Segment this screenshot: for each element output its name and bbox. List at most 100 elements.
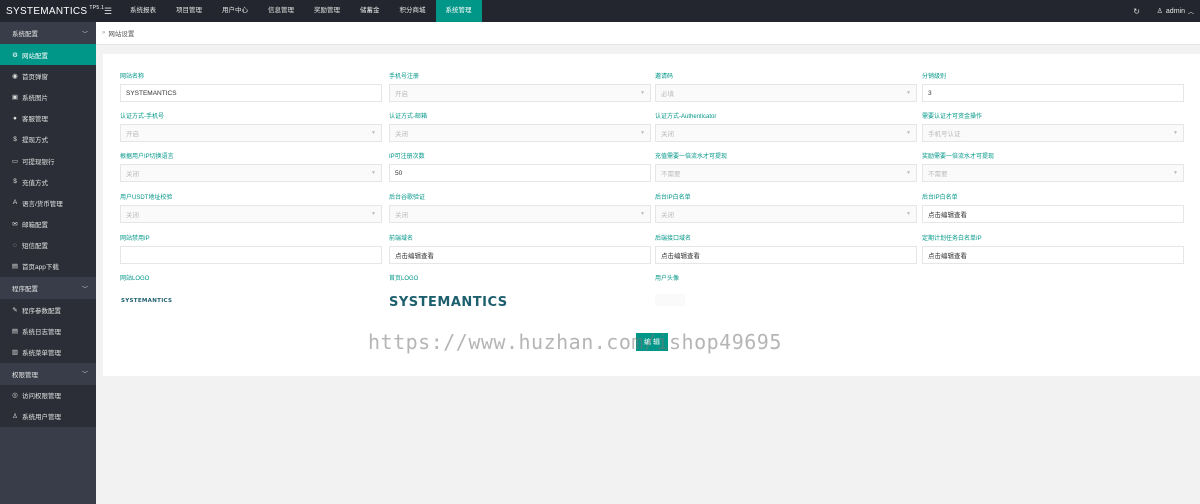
text-field[interactable]: 点击编辑查看 <box>655 246 917 264</box>
nav-item-active[interactable]: 系统管理 <box>435 0 482 22</box>
field-label: 后台IP白名单 <box>655 195 691 201</box>
field-label: 奖励需要一倍流水才可提现 <box>922 154 995 160</box>
sidebar-item-label: 首页弹窗 <box>22 73 48 81</box>
text-field[interactable]: 点击编辑查看 <box>389 246 651 264</box>
sidebar-item-icon: ▣ <box>11 93 19 101</box>
breadcrumb-label[interactable]: 网站设置 <box>108 28 134 38</box>
sidebar-item-icon: ✉ <box>12 221 18 229</box>
avatar[interactable] <box>655 294 685 306</box>
dropdown-arrow-icon: ▼ <box>371 130 376 136</box>
dropdown-arrow-icon: ▼ <box>1173 170 1178 176</box>
form-field: 邀请码必填 ▼ <box>655 73 917 102</box>
select-field[interactable]: 关闭 ▼ <box>655 205 917 223</box>
user-menu[interactable]: ♙ admin ︿ <box>1147 7 1200 16</box>
select-field[interactable]: 关闭 ▼ <box>389 205 651 223</box>
select-field[interactable]: 关闭 ▼ <box>120 205 382 223</box>
field-label: 认证方式-邮箱 <box>389 114 427 120</box>
select-field[interactable]: 开启 ▼ <box>389 84 651 102</box>
text-field[interactable] <box>120 246 382 264</box>
text-field[interactable]: 点击编辑查看 <box>922 205 1184 223</box>
sidebar-group-system-config[interactable]: 系统配置 ﹀ <box>0 22 96 44</box>
sidebar-item-icon: ▭ <box>11 157 19 165</box>
sidebar-item[interactable]: ◌ 短信配置 <box>0 234 96 256</box>
select-field[interactable]: 关闭 ▼ <box>120 164 382 182</box>
avatar-field: 用户头像 <box>655 275 917 283</box>
select-field[interactable]: 不需要 ▼ <box>922 164 1184 182</box>
select-field[interactable]: 开启 ▼ <box>120 124 382 142</box>
select-field[interactable]: 必填 ▼ <box>655 84 917 102</box>
text-field[interactable]: SYSTEMANTICS <box>120 84 382 102</box>
select-field[interactable]: 关闭 ▼ <box>655 124 917 142</box>
select-field[interactable]: 不需要 ▼ <box>655 164 917 182</box>
form-field: 网站名称 SYSTEMANTICS <box>120 73 382 102</box>
field-value: 手机号认证 <box>928 131 961 138</box>
nav-item[interactable]: 用户中心 <box>212 0 258 22</box>
form-field: 认证方式-Authenticator 关闭 ▼ <box>655 113 917 142</box>
sidebar-item[interactable]: A 语言/货币管理 <box>0 192 96 214</box>
field-value: 关闭 <box>661 131 674 138</box>
sidebar-item-icon: ✎ <box>12 306 18 314</box>
home-logo-image[interactable]: SYSTEMANTICS <box>389 295 508 310</box>
sidebar-item[interactable]: ✎ 程序参数配置 <box>0 299 96 321</box>
chevron-down-icon: ﹀ <box>81 372 88 379</box>
field-value: 点击编辑查看 <box>928 212 967 219</box>
sidebar-item[interactable]: ◎ 访问权限管理 <box>0 384 96 406</box>
dropdown-arrow-icon: ▼ <box>640 211 645 217</box>
nav-item[interactable]: 系统报表 <box>120 0 166 22</box>
nav-item[interactable]: 储蓄金 <box>350 0 390 22</box>
sidebar-item-label: 可提现银行 <box>22 158 55 166</box>
sidebar-group-program-config[interactable]: 程序配置 ﹀ <box>0 277 96 300</box>
field-value: 关闭 <box>126 212 139 219</box>
nav-item[interactable]: 信息管理 <box>258 0 304 22</box>
sidebar-item-icon: ◎ <box>12 392 18 400</box>
field-label: 前端域名 <box>389 236 414 242</box>
sidebar-item[interactable]: ♙ 系统用户管理 <box>0 405 96 427</box>
sidebar-item-label: 语言/货币管理 <box>22 200 63 208</box>
user-name: admin <box>1165 7 1185 15</box>
sidebar-item-icon: ▥ <box>11 349 19 357</box>
sidebar-group-permissions[interactable]: 权限管理 ﹀ <box>0 362 96 385</box>
sidebar-item[interactable]: ▥ 系统菜单管理 <box>0 341 96 363</box>
text-field[interactable]: 50 <box>389 164 651 182</box>
sidebar-item[interactable]: ▤ 系统日志管理 <box>0 320 96 342</box>
sidebar-item[interactable]: ✉ 邮箱配置 <box>0 213 96 235</box>
sidebar-item[interactable]: $ 充值方式 <box>0 171 96 193</box>
nav-item[interactable]: 奖励管理 <box>304 0 350 22</box>
watermark: https://www.huzhan.com/ishop49695 <box>368 330 782 354</box>
text-field[interactable]: 3 <box>922 84 1184 102</box>
field-value: 点击编辑查看 <box>928 253 967 260</box>
field-label: 认证方式-手机号 <box>120 114 164 120</box>
sidebar-item-icon: ▤ <box>11 327 19 335</box>
sidebar-item-icon: $ <box>13 135 17 143</box>
form-field: 后台谷歌验证 关闭 ▼ <box>389 194 651 223</box>
sidebar-item[interactable]: $ 提现方式 <box>0 128 96 150</box>
field-label: 后端接口域名 <box>655 236 692 242</box>
nav-item[interactable]: 积分商城 <box>390 0 436 22</box>
sidebar-item[interactable]: ◉ 首页弹窗 <box>0 65 96 87</box>
sidebar-item-icon: ◉ <box>12 72 18 80</box>
select-field[interactable]: 手机号认证 ▼ <box>922 124 1184 142</box>
sidebar-item[interactable]: ● 客服管理 <box>0 107 96 129</box>
select-field[interactable]: 关闭 ▼ <box>389 124 651 142</box>
field-label: 分销级别 <box>922 74 947 80</box>
sidebar-item[interactable]: ▤ 首页app下载 <box>0 255 96 278</box>
sidebar-item[interactable]: ▣ 系统图片 <box>0 86 96 108</box>
sidebar-item[interactable]: ⚙ 网站配置 <box>0 44 96 66</box>
dropdown-arrow-icon: ▼ <box>906 90 911 96</box>
dropdown-arrow-icon: ▼ <box>371 170 376 176</box>
text-field[interactable]: 点击编辑查看 <box>922 246 1184 264</box>
menu-toggle-icon[interactable]: ☰ <box>96 0 120 22</box>
field-label: 邀请码 <box>655 74 674 80</box>
sidebar-item[interactable]: ▭ 可提现银行 <box>0 149 96 172</box>
top-right-tools: ↻ ♙ admin ︿ <box>1127 0 1200 22</box>
breadcrumb: » 网站设置 <box>96 22 1200 45</box>
field-value: 点击编辑查看 <box>661 253 700 260</box>
form-field: 需要认证才可资金操作 手机号认证 ▼ <box>922 113 1184 142</box>
nav-item[interactable]: 项目管理 <box>166 0 212 22</box>
form-field: 前端域名点击编辑查看 <box>389 235 651 264</box>
refresh-icon[interactable]: ↻ <box>1127 7 1147 16</box>
app-logo: SYSTEMANTICS TP5.1 <box>0 0 104 22</box>
sidebar-item-label: 充值方式 <box>22 179 48 187</box>
site-logo-image[interactable]: SYSTEMANTICS <box>121 298 172 304</box>
field-value: 关闭 <box>661 212 674 219</box>
